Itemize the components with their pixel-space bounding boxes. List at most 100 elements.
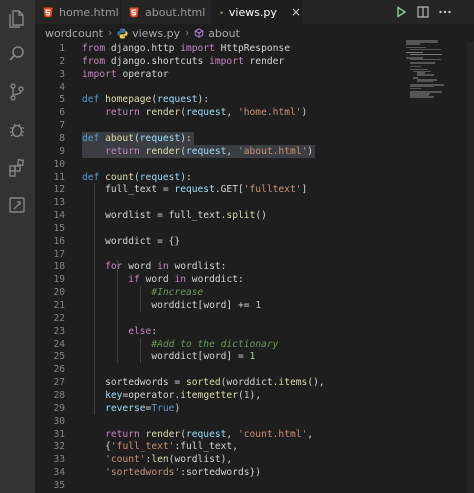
code-line[interactable]: 18 for word in wordlist: — [35, 260, 455, 273]
chevron-right-icon: › — [108, 27, 113, 39]
code-line[interactable]: 24 #Add to the dictionary — [35, 338, 455, 351]
explorer-icon[interactable] — [5, 6, 29, 30]
line-number: 22 — [53, 312, 65, 324]
code-line[interactable]: 6 return render(request, 'home.html') — [35, 106, 455, 119]
code-text: 'sortedwords':sortedwords}) — [105, 467, 262, 479]
code-text: return render(request, 'home.html') — [105, 107, 308, 119]
indent-guide — [116, 260, 118, 364]
code-text: return render(request, 'about.html') — [105, 145, 314, 157]
minimap[interactable] — [406, 40, 462, 100]
line-number: 23 — [53, 325, 65, 337]
code-text: if word in worddict: — [128, 274, 244, 286]
tab-label: views.py — [228, 5, 277, 19]
close-icon[interactable]: × — [291, 5, 301, 19]
code-text: full_text = request.GET['fulltext'] — [105, 184, 308, 196]
code-line[interactable]: 5 def homepage(request): — [35, 93, 455, 106]
method-cube-icon — [194, 28, 204, 38]
search-icon[interactable] — [5, 42, 29, 66]
tab-label: about.html — [145, 5, 206, 19]
line-number: 26 — [53, 364, 65, 376]
breadcrumb-folder[interactable]: wordcount — [45, 27, 103, 40]
code-line[interactable]: 16 worddict = {} — [35, 235, 455, 248]
code-text: sortedwords = sorted(worddict.items(), — [105, 377, 325, 389]
line-number: 5 — [59, 94, 65, 106]
code-line[interactable]: 19 if word in worddict: — [35, 273, 455, 286]
code-text: from django.http import HttpResponse — [82, 43, 290, 54]
chevron-right-icon: › — [185, 27, 190, 39]
code-line[interactable]: 10 — [35, 158, 455, 171]
code-line[interactable]: 31 return render(request, 'count.html', — [35, 428, 455, 441]
code-line[interactable]: 14 wordlist = full_text.split() — [35, 209, 455, 222]
code-line[interactable]: 7 — [35, 119, 455, 132]
source-control-icon[interactable] — [5, 80, 29, 104]
code-line[interactable]: 28 key=operator.itemgetter(1), — [35, 389, 455, 402]
code-line[interactable]: 23 else: — [35, 325, 455, 338]
line-number: 21 — [53, 300, 65, 311]
line-number: 34 — [53, 467, 65, 479]
code-text: import operator — [82, 68, 169, 80]
code-line[interactable]: 11 def count(request): — [35, 171, 455, 184]
extensions-icon[interactable] — [5, 156, 29, 180]
indent-guide — [139, 337, 141, 364]
line-number: 16 — [53, 235, 65, 247]
line-number: 1 — [59, 43, 65, 54]
code-line[interactable]: 1 from django.http import HttpResponse — [35, 42, 455, 55]
line-number: 20 — [53, 287, 65, 299]
code-text: for word in wordlist: — [105, 261, 227, 273]
indent-guide — [93, 183, 95, 415]
code-line[interactable]: 34 'sortedwords':sortedwords}) — [35, 466, 455, 479]
code-line[interactable]: 8 def about(request): — [35, 131, 455, 145]
code-line[interactable]: 13 — [35, 196, 455, 209]
line-number: 13 — [53, 197, 65, 209]
run-debug-icon[interactable] — [5, 118, 29, 142]
code-text: 'count':len(wordlist), — [105, 454, 233, 466]
code-line[interactable]: 20 #Increase — [35, 286, 455, 299]
code-line[interactable]: 17 — [35, 248, 455, 261]
code-line[interactable]: 3 import operator — [35, 68, 455, 81]
line-number: 32 — [53, 441, 65, 453]
line-number: 12 — [53, 184, 65, 196]
code-editor[interactable]: 1 from django.http import HttpResponse 2 fr… — [35, 42, 474, 493]
code-line[interactable]: 22 — [35, 312, 455, 325]
line-number: 14 — [53, 210, 65, 222]
minimap-line — [406, 43, 420, 45]
code-line[interactable]: 25 worddict[word] = 1 — [35, 350, 455, 363]
run-icon[interactable] — [393, 4, 409, 20]
line-number: 31 — [53, 428, 65, 440]
code-line[interactable]: 33 'count':len(wordlist), — [35, 453, 455, 466]
tab-about-html[interactable]: about.html — [121, 0, 212, 24]
tab-views-py[interactable]: views.py × — [212, 0, 302, 24]
line-number: 15 — [53, 222, 65, 234]
tab-home-html[interactable]: home.html — [35, 0, 121, 24]
indent-guide — [139, 286, 141, 312]
code-line[interactable]: 2 from django.shortcuts import render — [35, 55, 455, 68]
code-text: def about(request): — [82, 132, 192, 144]
code-line[interactable]: 32 {'full_text':full_text, — [35, 440, 455, 453]
python-icon — [220, 10, 223, 14]
code-text: wordlist = full_text.split() — [105, 210, 267, 222]
line-number: 35 — [53, 479, 65, 491]
tab-bar: home.html about.html views.py × — [35, 0, 474, 24]
split-editor-icon[interactable] — [415, 4, 431, 20]
code-line[interactable]: 26 — [35, 363, 455, 376]
html5-icon — [43, 7, 53, 17]
code-line[interactable]: 27 sortedwords = sorted(worddict.items()… — [35, 376, 455, 389]
code-line[interactable]: 21 worddict[word] += 1 — [35, 299, 455, 312]
code-line[interactable]: 30 — [35, 415, 455, 428]
code-line[interactable]: 4 — [35, 81, 455, 94]
code-line[interactable]: 12 full_text = request.GET['fulltext'] — [35, 183, 455, 196]
vertical-scrollbar[interactable] — [467, 42, 474, 493]
breadcrumb-symbol[interactable]: about — [208, 27, 240, 40]
code-line[interactable]: 35 — [35, 479, 455, 492]
minimap-line — [409, 96, 434, 98]
more-actions-icon[interactable] — [437, 4, 453, 20]
code-line[interactable]: 29 reverse=True) — [35, 402, 455, 415]
remote-explorer-icon[interactable] — [5, 193, 29, 217]
line-number: 8 — [59, 132, 65, 144]
minimap-line — [416, 74, 434, 76]
line-number: 11 — [53, 171, 65, 183]
code-line[interactable]: 15 — [35, 222, 455, 235]
line-number: 25 — [53, 351, 65, 363]
breadcrumb-file[interactable]: views.py — [132, 27, 180, 40]
code-line[interactable]: 9 return render(request, 'about.html') — [35, 144, 455, 158]
